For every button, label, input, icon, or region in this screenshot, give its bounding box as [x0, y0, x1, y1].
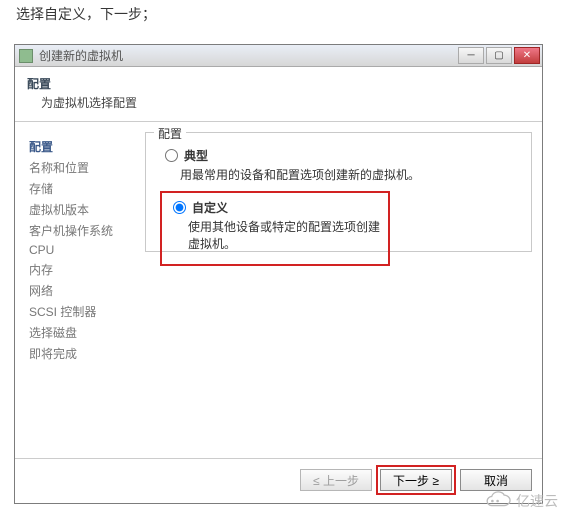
option-typical-label: 典型: [184, 147, 208, 164]
window-controls: ─ ▢ ✕: [458, 47, 542, 64]
radio-typical[interactable]: [165, 149, 178, 162]
cancel-button[interactable]: 取消: [460, 469, 532, 491]
fieldset-legend: 配置: [154, 125, 186, 142]
header-subtitle: 为虚拟机选择配置: [27, 94, 530, 111]
back-button[interactable]: ≤ 上一步: [300, 469, 372, 491]
next-button[interactable]: 下一步 ≥: [380, 469, 452, 491]
dialog-body: 配置 名称和位置 存储 虚拟机版本 客户机操作系统 CPU 内存 网络 SCSI…: [15, 122, 542, 458]
header-title: 配置: [27, 75, 530, 92]
step-config[interactable]: 配置: [29, 136, 139, 157]
app-icon: [19, 49, 33, 63]
step-cpu[interactable]: CPU: [29, 241, 139, 259]
dialog-header: 配置 为虚拟机选择配置: [15, 67, 542, 122]
highlight-custom-option: 自定义 使用其他设备或特定的配置选项创建虚拟机。: [160, 191, 390, 266]
step-guest-os[interactable]: 客户机操作系统: [29, 220, 139, 241]
minimize-button[interactable]: ─: [458, 47, 484, 64]
step-disk[interactable]: 选择磁盘: [29, 322, 139, 343]
page-caption: 选择自定义，下一步；: [16, 4, 156, 24]
option-custom-desc: 使用其他设备或特定的配置选项创建虚拟机。: [188, 218, 382, 252]
titlebar: 创建新的虚拟机 ─ ▢ ✕: [15, 45, 542, 67]
highlight-next-button: 下一步 ≥: [376, 465, 456, 495]
step-ready[interactable]: 即将完成: [29, 343, 139, 364]
step-memory[interactable]: 内存: [29, 259, 139, 280]
dialog-footer: ≤ 上一步 下一步 ≥ 取消: [15, 458, 542, 503]
option-custom-label: 自定义: [192, 199, 228, 216]
step-network[interactable]: 网络: [29, 280, 139, 301]
wizard-steps-sidebar: 配置 名称和位置 存储 虚拟机版本 客户机操作系统 CPU 内存 网络 SCSI…: [15, 132, 145, 448]
config-fieldset: 配置 典型 用最常用的设备和配置选项创建新的虚拟机。 自定义 使用其他设备或特定…: [145, 132, 532, 252]
step-scsi[interactable]: SCSI 控制器: [29, 301, 139, 322]
config-panel: 配置 典型 用最常用的设备和配置选项创建新的虚拟机。 自定义 使用其他设备或特定…: [145, 132, 532, 448]
maximize-button[interactable]: ▢: [486, 47, 512, 64]
window-title: 创建新的虚拟机: [39, 47, 458, 64]
close-button[interactable]: ✕: [514, 47, 540, 64]
step-vm-version[interactable]: 虚拟机版本: [29, 199, 139, 220]
option-typical[interactable]: 典型: [160, 147, 517, 164]
create-vm-dialog: 创建新的虚拟机 ─ ▢ ✕ 配置 为虚拟机选择配置 配置 名称和位置 存储 虚拟…: [14, 44, 543, 504]
option-typical-desc: 用最常用的设备和配置选项创建新的虚拟机。: [180, 166, 517, 183]
radio-custom[interactable]: [173, 201, 186, 214]
option-custom[interactable]: 自定义: [168, 199, 382, 216]
step-storage[interactable]: 存储: [29, 178, 139, 199]
step-name-location[interactable]: 名称和位置: [29, 157, 139, 178]
